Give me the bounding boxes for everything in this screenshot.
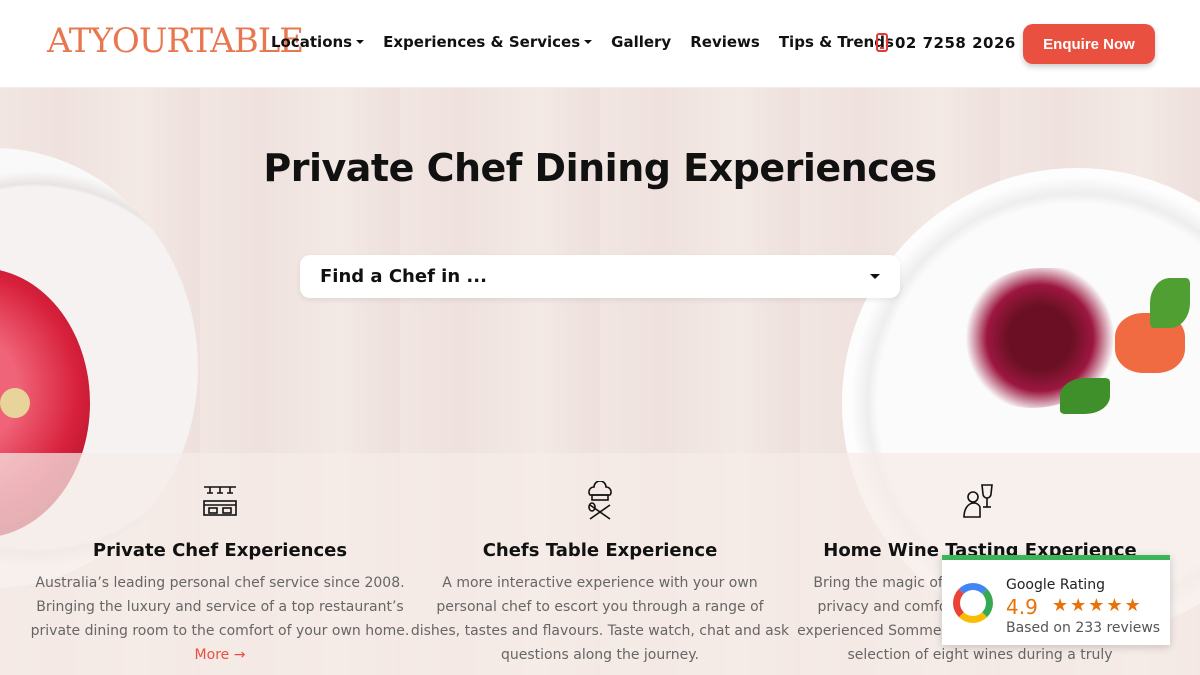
site-header: ATYOURTABLE Locations Experiences & Serv…	[0, 0, 1200, 88]
nav-reviews[interactable]: Reviews	[690, 33, 760, 51]
page-title: Private Chef Dining Experiences	[263, 146, 937, 190]
rating-review-count: Based on 233 reviews	[1006, 620, 1161, 636]
more-link[interactable]: More →	[195, 647, 246, 663]
chevron-down-icon	[870, 274, 880, 279]
chevron-down-icon	[356, 40, 365, 44]
nav-experiences-label: Experiences & Services	[383, 33, 581, 51]
site-logo[interactable]: ATYOURTABLE	[47, 24, 304, 58]
main-nav: Locations Experiences & Services Gallery…	[271, 33, 913, 51]
rating-title: Google Rating	[1006, 577, 1105, 593]
nav-gallery-label: Gallery	[611, 33, 672, 51]
enquire-now-button[interactable]: Enquire Now	[1023, 24, 1155, 64]
herb-leaf-image	[1150, 278, 1190, 328]
chef-hat-utensils-icon	[588, 480, 612, 520]
chef-station-icon	[203, 486, 237, 516]
mobile-phone-icon	[876, 33, 888, 52]
phone-number: 02 7258 2026	[895, 33, 1016, 52]
nav-gallery[interactable]: Gallery	[611, 33, 671, 51]
wine-taster-icon	[963, 484, 993, 518]
find-chef-select[interactable]: Find a Chef in ...	[300, 255, 900, 298]
google-logo-icon	[953, 583, 993, 623]
garnish-image	[0, 388, 30, 418]
feature-private-chef: Private Chef Experiences Australia’s lea…	[30, 453, 410, 663]
nav-locations-label: Locations	[271, 33, 353, 51]
google-rating-badge[interactable]: Google Rating 4.9 ★★★★★ Based on 233 rev…	[942, 555, 1170, 645]
find-chef-label: Find a Chef in ...	[320, 266, 487, 287]
chevron-down-icon	[584, 40, 593, 44]
nav-locations[interactable]: Locations	[271, 33, 365, 51]
nav-reviews-label: Reviews	[690, 33, 760, 51]
phone-link[interactable]: 02 7258 2026	[876, 33, 1016, 52]
feature-text: Australia’s leading personal chef servic…	[30, 575, 410, 639]
feature-text: A more interactive experience with your …	[410, 575, 790, 663]
herb-leaf-image	[1060, 378, 1110, 414]
feature-title: Chefs Table Experience	[482, 540, 718, 561]
nav-experiences[interactable]: Experiences & Services	[383, 33, 593, 51]
rating-score: 4.9	[1006, 595, 1038, 619]
star-rating-icon: ★★★★★	[1052, 595, 1143, 616]
feature-title: Private Chef Experiences	[92, 540, 348, 561]
feature-chefs-table: Chefs Table Experience A more interactiv…	[410, 453, 790, 667]
